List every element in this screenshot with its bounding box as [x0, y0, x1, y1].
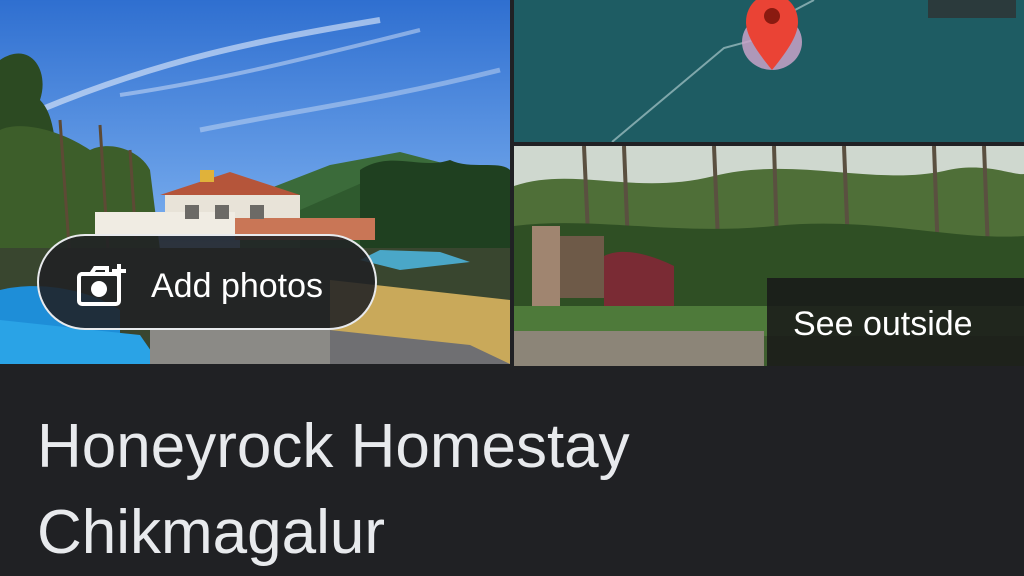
see-outside-button[interactable]: See outside: [767, 278, 1024, 366]
add-photo-camera-icon: [75, 262, 129, 308]
photo-grid: Add photos See outside: [0, 0, 1024, 366]
place-title: Honeyrock Homestay Chikmagalur: [37, 412, 630, 567]
map-thumbnail: [514, 0, 1024, 142]
add-photos-label: Add photos: [151, 267, 324, 305]
see-outside-label: See outside: [793, 305, 973, 343]
add-photos-button[interactable]: Add photos: [37, 234, 377, 330]
street-view-tile[interactable]: See outside: [514, 146, 1024, 366]
map-pin-icon: [742, 0, 802, 70]
map-tile[interactable]: [514, 0, 1024, 142]
main-place-photo[interactable]: Add photos: [0, 0, 510, 364]
